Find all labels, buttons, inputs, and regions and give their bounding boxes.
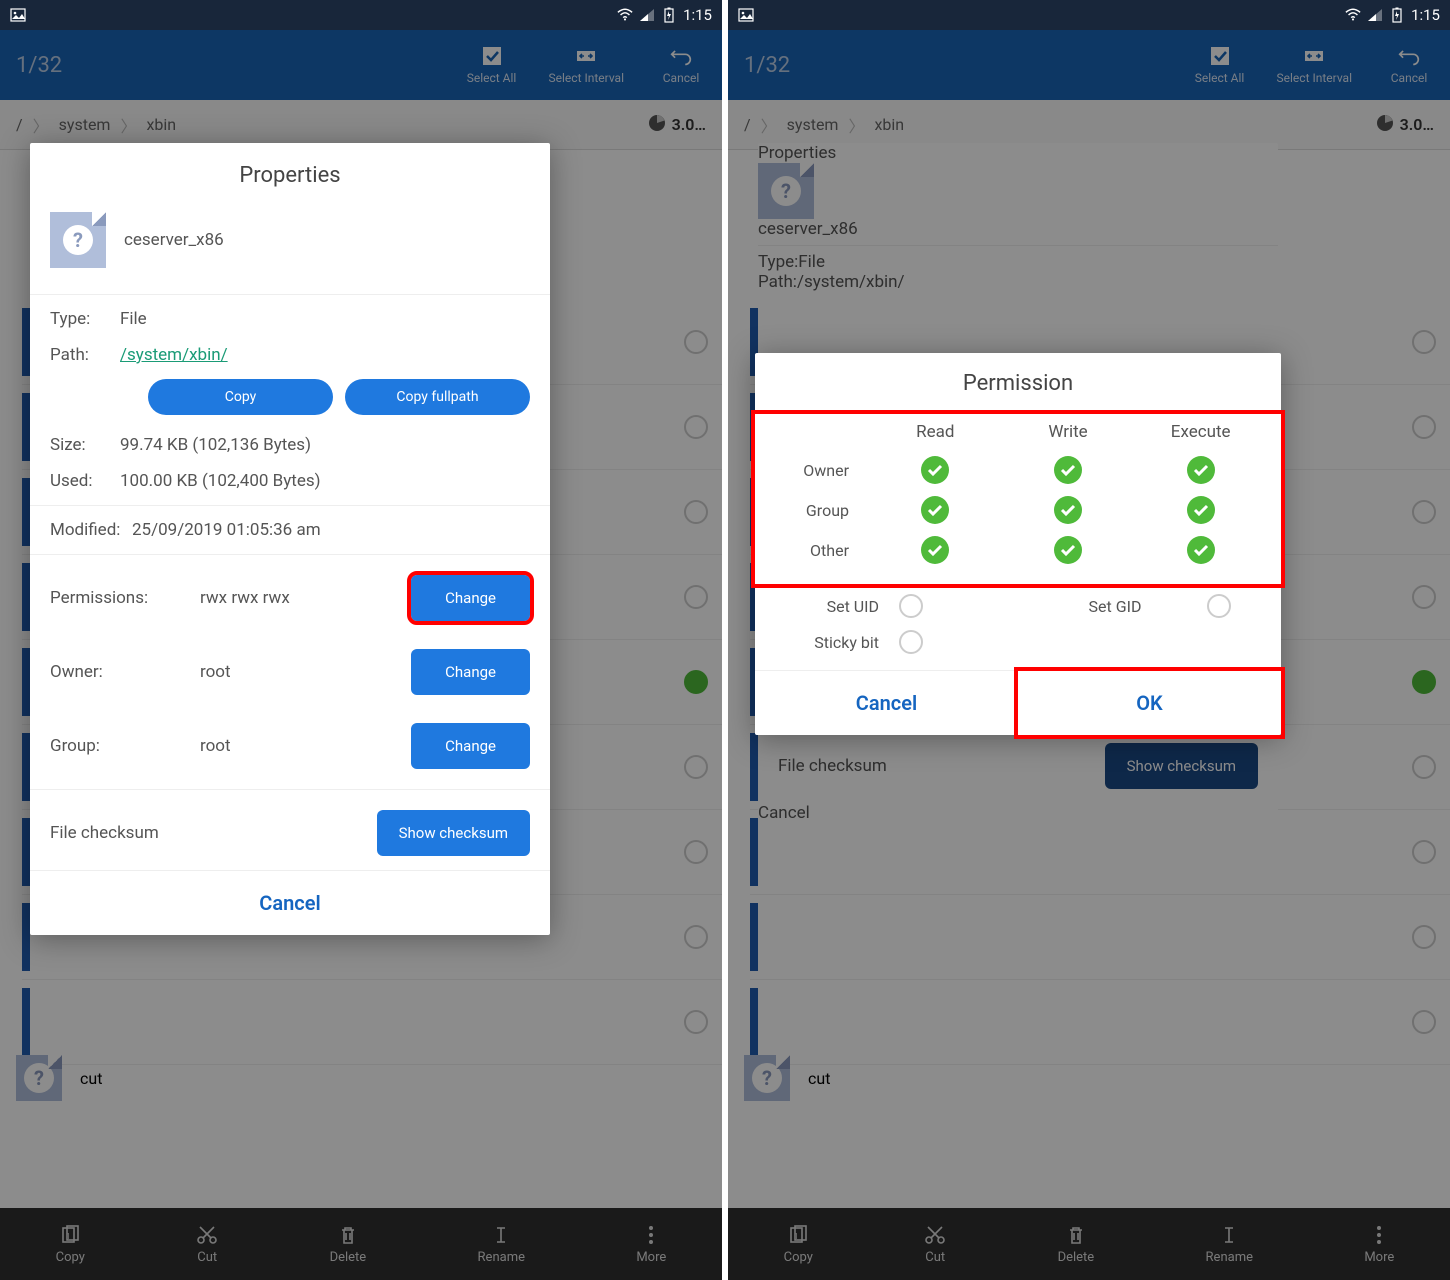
header-write: Write <box>1002 422 1135 450</box>
modified-label: Modified: <box>50 520 132 540</box>
row-owner-label: Owner <box>769 461 869 480</box>
picture-icon <box>738 7 754 23</box>
set-gid-checkbox[interactable] <box>1207 594 1231 618</box>
type-label: Type: <box>50 309 120 329</box>
other-execute-checkbox[interactable] <box>1187 536 1215 564</box>
battery-icon <box>661 7 677 23</box>
used-label: Used: <box>50 471 120 491</box>
permissions-label: Permissions: <box>50 588 200 608</box>
wifi-icon <box>617 7 633 23</box>
status-bar: 1:15 <box>0 0 722 30</box>
permission-ok-button[interactable]: OK <box>1018 671 1281 735</box>
modified-value: 25/09/2019 01:05:36 am <box>132 520 530 540</box>
signal-icon <box>1367 7 1383 23</box>
sticky-checkbox[interactable] <box>899 630 923 654</box>
change-group-button[interactable]: Change <box>411 723 530 769</box>
file-icon: ? <box>50 212 106 268</box>
set-uid-checkbox[interactable] <box>899 594 923 618</box>
group-label: Group: <box>50 736 200 756</box>
file-name: ceserver_x86 <box>124 230 224 250</box>
size-value: 99.74 KB (102,136 Bytes) <box>120 435 530 455</box>
owner-execute-checkbox[interactable] <box>1187 456 1215 484</box>
set-uid-label: Set UID <box>769 597 899 616</box>
permission-cancel-button[interactable]: Cancel <box>755 671 1018 735</box>
group-read-checkbox[interactable] <box>921 496 949 524</box>
header-execute: Execute <box>1134 422 1267 450</box>
checksum-label: File checksum <box>50 823 377 843</box>
right-pane: 1:15 1/32 Select All Select Interval Can… <box>728 0 1450 1280</box>
clock-text: 1:15 <box>1411 6 1440 24</box>
type-value: File <box>120 309 530 329</box>
size-label: Size: <box>50 435 120 455</box>
copy-path-button[interactable]: Copy <box>148 379 333 415</box>
group-execute-checkbox[interactable] <box>1187 496 1215 524</box>
owner-label: Owner: <box>50 662 200 682</box>
permission-dialog: Permission Read Write Execute Owner Grou… <box>755 353 1281 735</box>
change-permissions-button[interactable]: Change <box>411 575 530 621</box>
wifi-icon <box>1345 7 1361 23</box>
group-value: root <box>200 736 411 756</box>
sticky-label: Sticky bit <box>769 633 899 652</box>
left-pane: 1:15 1/32 Select All Select Interval Can… <box>0 0 722 1280</box>
change-owner-button[interactable]: Change <box>411 649 530 695</box>
path-label: Path: <box>50 345 120 365</box>
copy-fullpath-button[interactable]: Copy fullpath <box>345 379 530 415</box>
used-value: 100.00 KB (102,400 Bytes) <box>120 471 530 491</box>
properties-dialog: Properties ? ceserver_x86 Type: File Pat… <box>30 143 550 935</box>
permissions-value: rwx rwx rwx <box>200 588 411 608</box>
path-link[interactable]: /system/xbin/ <box>120 345 530 365</box>
permission-grid: Read Write Execute Owner Group Other <box>755 414 1281 584</box>
owner-value: root <box>200 662 411 682</box>
other-read-checkbox[interactable] <box>921 536 949 564</box>
show-checksum-button[interactable]: Show checksum <box>377 810 530 856</box>
signal-icon <box>639 7 655 23</box>
picture-icon <box>10 7 26 23</box>
owner-write-checkbox[interactable] <box>1054 456 1082 484</box>
properties-cancel-button[interactable]: Cancel <box>30 870 550 935</box>
header-read: Read <box>869 422 1002 450</box>
set-gid-label: Set GID <box>1043 597 1207 616</box>
other-write-checkbox[interactable] <box>1054 536 1082 564</box>
owner-read-checkbox[interactable] <box>921 456 949 484</box>
group-write-checkbox[interactable] <box>1054 496 1082 524</box>
row-other-label: Other <box>769 541 869 560</box>
dialog-title: Permission <box>755 353 1281 414</box>
clock-text: 1:15 <box>683 6 712 24</box>
dialog-title: Properties <box>30 143 550 212</box>
row-group-label: Group <box>769 501 869 520</box>
status-bar: 1:15 <box>728 0 1450 30</box>
battery-icon <box>1389 7 1405 23</box>
